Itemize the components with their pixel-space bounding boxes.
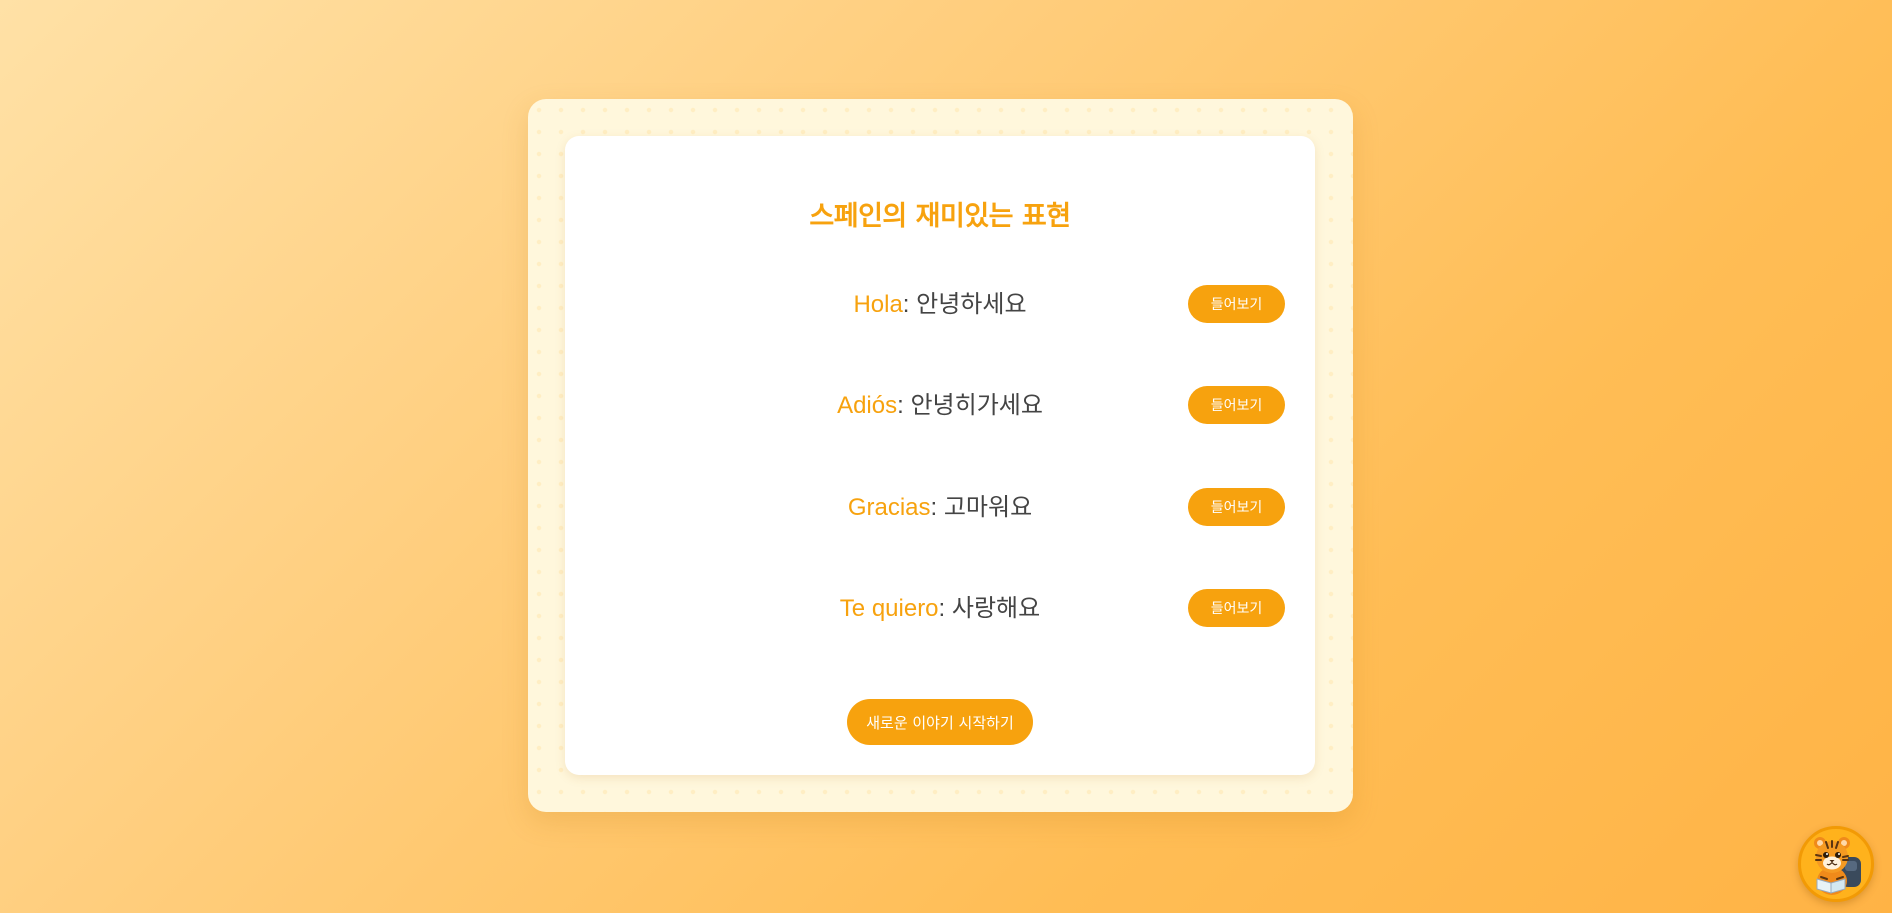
- korean-translation: 사랑해요: [951, 595, 1041, 622]
- spanish-word: Hola: [853, 291, 903, 318]
- phrase-separator: :: [897, 392, 911, 419]
- spanish-word: Gracias: [847, 494, 931, 521]
- phrase-row: Adiós: 안녕히가세요 들어보기: [565, 386, 1315, 426]
- phrase-row: Gracias: 고마워요 들어보기: [565, 488, 1315, 528]
- spanish-word: Adiós: [837, 392, 898, 419]
- outer-card: 스페인의 재미있는 표현 Hola: 안녕하세요 들어보기 Adiós: 안녕히…: [528, 99, 1353, 812]
- new-story-button[interactable]: 새로운 이야기 시작하기: [847, 699, 1033, 745]
- tiger-mascot-drawing: [1814, 837, 1861, 895]
- phrase-row: Hola: 안녕하세요 들어보기: [565, 285, 1315, 325]
- listen-button[interactable]: 들어보기: [1188, 488, 1285, 526]
- phrase-separator: :: [930, 494, 944, 521]
- spanish-word: Te quiero: [839, 595, 939, 622]
- tiger-mascot-icon[interactable]: [1798, 826, 1874, 902]
- listen-button[interactable]: 들어보기: [1188, 285, 1285, 323]
- listen-button[interactable]: 들어보기: [1188, 589, 1285, 627]
- phrase-row: Te quiero: 사랑해요 들어보기: [565, 589, 1315, 629]
- korean-translation: 안녕히가세요: [910, 392, 1043, 419]
- phrase-separator: :: [938, 595, 952, 622]
- phrase-separator: :: [902, 291, 917, 318]
- page-title: 스페인의 재미있는 표현: [809, 201, 1071, 232]
- korean-translation: 안녕하세요: [916, 291, 1027, 318]
- korean-translation: 고마워요: [943, 494, 1033, 521]
- phrase-card: 스페인의 재미있는 표현 Hola: 안녕하세요 들어보기 Adiós: 안녕히…: [565, 136, 1315, 775]
- listen-button[interactable]: 들어보기: [1188, 386, 1285, 424]
